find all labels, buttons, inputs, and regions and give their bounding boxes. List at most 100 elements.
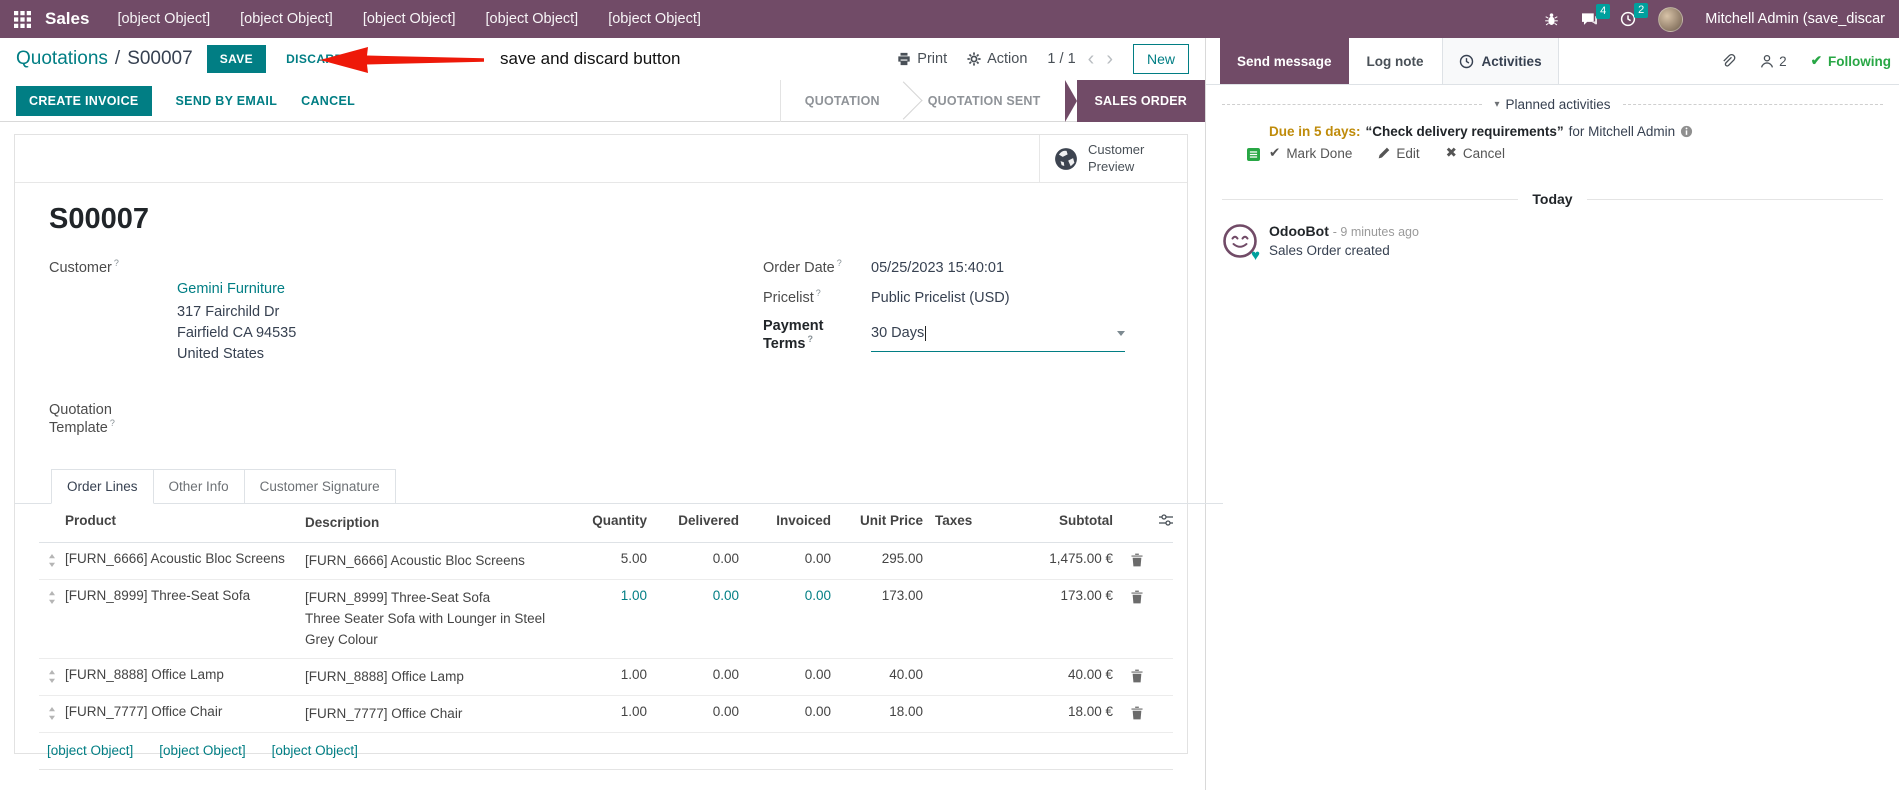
create-invoice-button[interactable]: CREATE INVOICE — [16, 85, 152, 116]
activities-button[interactable]: Activities — [1441, 38, 1559, 84]
cell-quantity[interactable]: 1.00 — [555, 667, 647, 682]
cell-unit-price[interactable]: 173.00 — [831, 588, 923, 603]
cell-product[interactable]: [FURN_8999] Three-Seat Sofa — [65, 588, 305, 603]
user-avatar[interactable] — [1658, 6, 1684, 32]
attachment-paperclip-icon[interactable] — [1720, 53, 1736, 69]
send-by-email-button[interactable]: SEND BY EMAIL — [176, 94, 278, 108]
cell-delivered[interactable]: 0.00 — [647, 704, 739, 719]
info-icon[interactable] — [1680, 125, 1693, 138]
cancel-activity-button[interactable]: ✖ Cancel — [1446, 145, 1505, 161]
mark-done-button[interactable]: ✔ Mark Done — [1269, 145, 1352, 161]
control-panel: Quotations / S00007 SAVE DISCARD save an… — [0, 38, 1205, 80]
cell-quantity[interactable]: 1.00 — [555, 704, 647, 719]
drag-handle-icon[interactable] — [39, 704, 65, 725]
drag-handle-icon[interactable] — [39, 588, 65, 609]
add-link[interactable]: [object Object] — [159, 743, 245, 758]
stage-item[interactable]: QUOTATION SENT — [904, 80, 1065, 122]
payment-terms-input[interactable]: 30 Days — [871, 318, 1125, 352]
cell-delivered[interactable]: 0.00 — [647, 588, 739, 603]
column-header-subtotal[interactable]: Subtotal — [995, 513, 1113, 528]
nav-menu-item[interactable]: [object Object] — [117, 11, 210, 27]
cell-unit-price[interactable]: 18.00 — [831, 704, 923, 719]
column-header-invoiced[interactable]: Invoiced — [739, 513, 831, 528]
delete-row-icon[interactable] — [1113, 588, 1143, 609]
cell-description[interactable]: [FURN_7777] Office Chair — [305, 704, 555, 725]
pager-next-icon[interactable]: › — [1106, 49, 1113, 69]
nav-menu-item[interactable]: [object Object] — [363, 11, 456, 27]
nav-menu-item[interactable]: [object Object] — [608, 11, 701, 27]
cancel-button[interactable]: CANCEL — [301, 94, 355, 108]
activities-clock-icon[interactable]: 2 — [1620, 3, 1649, 27]
followers-button[interactable]: 2 — [1760, 54, 1787, 69]
add-link[interactable]: [object Object] — [47, 743, 133, 758]
cell-description[interactable]: [FURN_8999] Three-Seat Sofa Three Seater… — [305, 588, 555, 651]
optional-columns-icon[interactable] — [1143, 513, 1173, 530]
column-header-delivered[interactable]: Delivered — [647, 513, 739, 528]
debug-bug-icon[interactable] — [1544, 12, 1559, 27]
column-header-unit-price[interactable]: Unit Price — [831, 513, 923, 528]
column-header-quantity[interactable]: Quantity — [555, 513, 647, 528]
log-note-button[interactable]: Log note — [1349, 38, 1442, 84]
apps-grid-icon[interactable] — [14, 10, 31, 28]
delete-row-icon[interactable] — [1113, 667, 1143, 688]
column-header-product[interactable]: Product — [65, 513, 305, 528]
column-header-description[interactable]: Description — [305, 513, 555, 534]
notebook-tab[interactable]: Order Lines — [51, 468, 154, 504]
planned-activities-header[interactable]: ▾ Planned activities — [1222, 97, 1883, 112]
cell-quantity[interactable]: 1.00 — [555, 588, 647, 603]
order-line-row[interactable]: [FURN_7777] Office Chair [FURN_7777] Off… — [39, 696, 1173, 733]
following-button[interactable]: ✔ Following — [1811, 53, 1891, 69]
cell-product[interactable]: [FURN_6666] Acoustic Bloc Screens — [65, 551, 305, 566]
cell-delivered[interactable]: 0.00 — [647, 667, 739, 682]
breadcrumb-separator: / — [114, 48, 121, 69]
cell-quantity[interactable]: 5.00 — [555, 551, 647, 566]
drag-handle-icon[interactable] — [39, 551, 65, 572]
discard-button[interactable]: DISCARD — [286, 52, 343, 66]
cell-invoiced[interactable]: 0.00 — [739, 551, 831, 566]
nav-menu-item[interactable]: [object Object] — [240, 11, 333, 27]
cell-subtotal: 173.00 € — [1060, 587, 1113, 603]
customer-field[interactable]: Gemini Furniture 317 Fairchild Dr Fairfi… — [177, 258, 296, 386]
new-button[interactable]: New — [1132, 44, 1189, 74]
nav-menu-item[interactable]: [object Object] — [486, 11, 579, 27]
cell-product[interactable]: [FURN_7777] Office Chair — [65, 704, 305, 719]
notebook-tab[interactable]: Customer Signature — [244, 468, 396, 504]
order-date-field[interactable]: 05/25/2023 15:40:01 — [871, 258, 1004, 279]
order-line-row[interactable]: [FURN_6666] Acoustic Bloc Screens [FURN_… — [39, 543, 1173, 580]
stage-item[interactable]: SALES ORDER — [1064, 79, 1205, 122]
breadcrumb-quotations[interactable]: Quotations — [16, 48, 108, 70]
customer-link[interactable]: Gemini Furniture — [177, 281, 285, 297]
add-link[interactable]: [object Object] — [272, 743, 358, 758]
customer-preview-button[interactable]: Customer Preview — [1039, 135, 1187, 182]
order-line-row[interactable]: [FURN_8888] Office Lamp [FURN_8888] Offi… — [39, 659, 1173, 696]
action-button[interactable]: Action — [967, 51, 1027, 67]
activity-due: Due in 5 days: — [1269, 124, 1361, 139]
stage-item[interactable]: QUOTATION — [781, 80, 904, 122]
cell-invoiced[interactable]: 0.00 — [739, 588, 831, 603]
save-button[interactable]: SAVE — [206, 45, 267, 73]
cell-invoiced[interactable]: 0.00 — [739, 667, 831, 682]
cell-description[interactable]: [FURN_8888] Office Lamp — [305, 667, 555, 688]
messages-icon[interactable]: 4 — [1581, 3, 1611, 27]
cell-unit-price[interactable]: 295.00 — [831, 551, 923, 566]
pager-previous-icon[interactable]: ‹ — [1088, 49, 1095, 69]
notebook-tab[interactable]: Other Info — [153, 468, 245, 504]
pricelist-field[interactable]: Public Pricelist (USD) — [871, 288, 1010, 309]
delete-row-icon[interactable] — [1113, 704, 1143, 725]
send-message-button[interactable]: Send message — [1220, 38, 1349, 84]
print-button[interactable]: Print — [897, 51, 947, 67]
edit-activity-button[interactable]: Edit — [1378, 145, 1420, 161]
app-name[interactable]: Sales — [45, 9, 89, 29]
drag-handle-icon[interactable] — [39, 667, 65, 688]
cell-invoiced[interactable]: 0.00 — [739, 704, 831, 719]
cell-product[interactable]: [FURN_8888] Office Lamp — [65, 667, 305, 682]
order-line-row[interactable]: [FURN_8999] Three-Seat Sofa [FURN_8999] … — [39, 580, 1173, 659]
delete-row-icon[interactable] — [1113, 551, 1143, 572]
column-header-taxes[interactable]: Taxes — [923, 513, 995, 528]
dropdown-caret-icon[interactable] — [1117, 330, 1125, 336]
cell-unit-price[interactable]: 40.00 — [831, 667, 923, 682]
cell-delivered[interactable]: 0.00 — [647, 551, 739, 566]
message-author[interactable]: OdooBot — [1269, 223, 1329, 239]
user-name[interactable]: Mitchell Admin (save_discar — [1705, 11, 1885, 27]
cell-description[interactable]: [FURN_6666] Acoustic Bloc Screens — [305, 551, 555, 572]
